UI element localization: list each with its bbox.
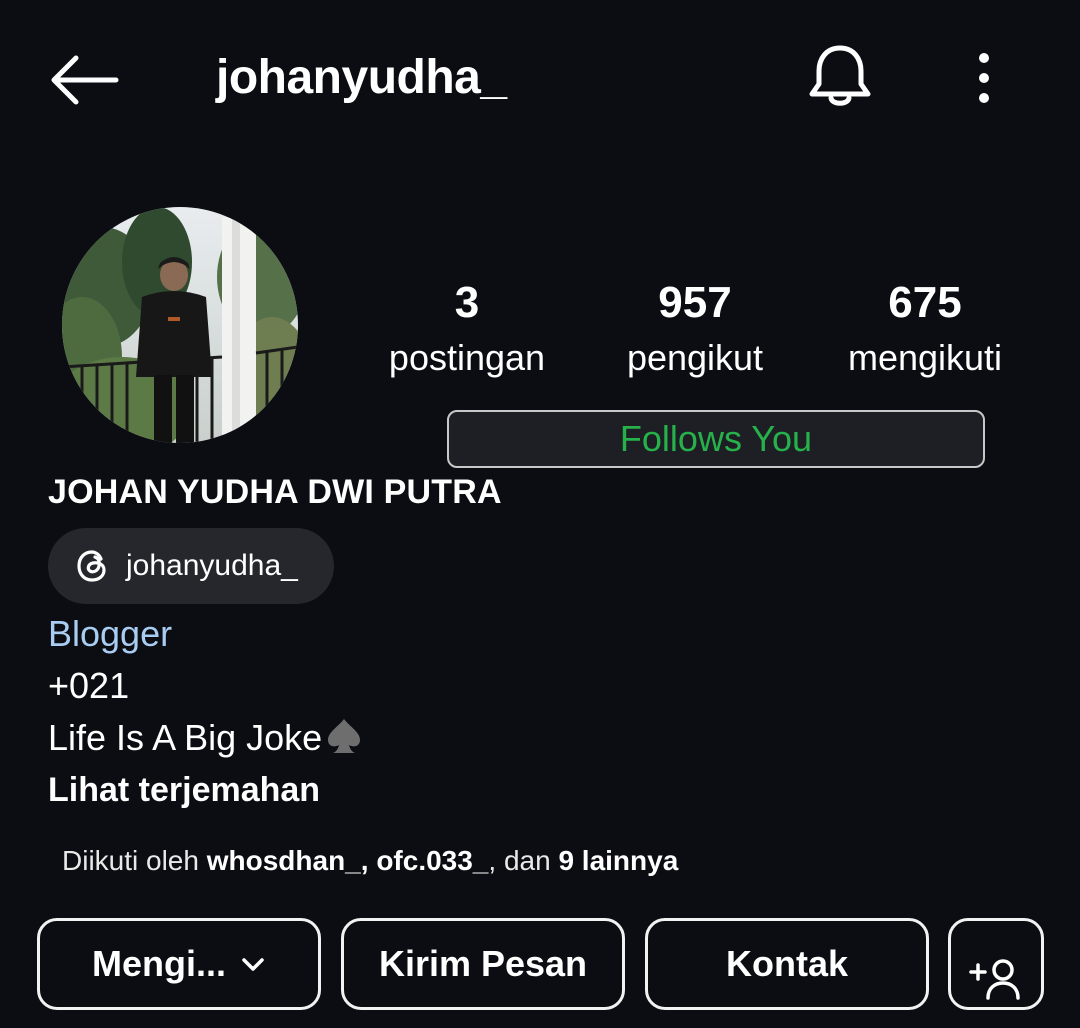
mutual-conjunction: , dan: [488, 845, 551, 876]
follows-you-badge: Follows You: [447, 410, 985, 468]
arrow-left-icon[interactable]: [46, 52, 122, 108]
following-dropdown-button[interactable]: Mengi...: [37, 918, 321, 1010]
profile-screen: johanyudha_ 3 postingan 957 pengikut 675…: [0, 0, 1080, 1028]
posts-stat[interactable]: 3 postingan: [372, 276, 562, 382]
see-translation-link[interactable]: Lihat terjemahan: [48, 766, 320, 814]
contact-button[interactable]: Kontak: [645, 918, 929, 1010]
followers-count: 957: [658, 278, 732, 327]
send-message-button[interactable]: Kirim Pesan: [341, 918, 625, 1010]
mutual-followers-text[interactable]: Diikuti oleh whosdhan_, ofc.033_, dan 9 …: [62, 842, 678, 880]
threads-handle: johanyudha_: [126, 549, 298, 582]
spade-icon: [324, 716, 364, 756]
posts-count: 3: [454, 278, 480, 327]
profile-full-name: JOHAN YUDHA DWI PUTRA: [48, 473, 502, 511]
profile-username: johanyudha_: [216, 51, 507, 104]
following-stat[interactable]: 675 mengikuti: [830, 276, 1020, 382]
mutual-user-1: whosdhan_: [206, 845, 361, 876]
mutual-user-2: ofc.033_: [376, 845, 489, 876]
mutual-separator: ,: [360, 845, 369, 876]
add-user-icon: [969, 945, 1025, 1000]
posts-label: postingan: [388, 337, 546, 378]
profile-category: Blogger: [48, 613, 173, 654]
following-label: mengikuti: [847, 337, 1003, 378]
threads-icon: [74, 547, 112, 585]
following-button-label: Mengi...: [92, 943, 226, 984]
more-vertical-icon[interactable]: [966, 48, 1002, 108]
followers-label: pengikut: [626, 337, 764, 378]
followed-by-prefix: Diikuti oleh: [62, 845, 199, 876]
add-user-button[interactable]: [948, 918, 1044, 1010]
avatar[interactable]: [62, 207, 298, 443]
bio-phone: +021: [48, 665, 130, 706]
bio-tagline-text: Life Is A Big Joke: [48, 717, 323, 758]
threads-link-chip[interactable]: johanyudha_: [48, 528, 334, 604]
mutual-others-count: 9 lainnya: [558, 845, 679, 876]
bio-tagline: Life Is A Big Joke: [48, 714, 364, 762]
following-count: 675: [888, 278, 962, 327]
bell-icon[interactable]: [806, 40, 874, 112]
chevron-down-icon: [240, 923, 266, 971]
followers-stat[interactable]: 957 pengikut: [600, 276, 790, 382]
